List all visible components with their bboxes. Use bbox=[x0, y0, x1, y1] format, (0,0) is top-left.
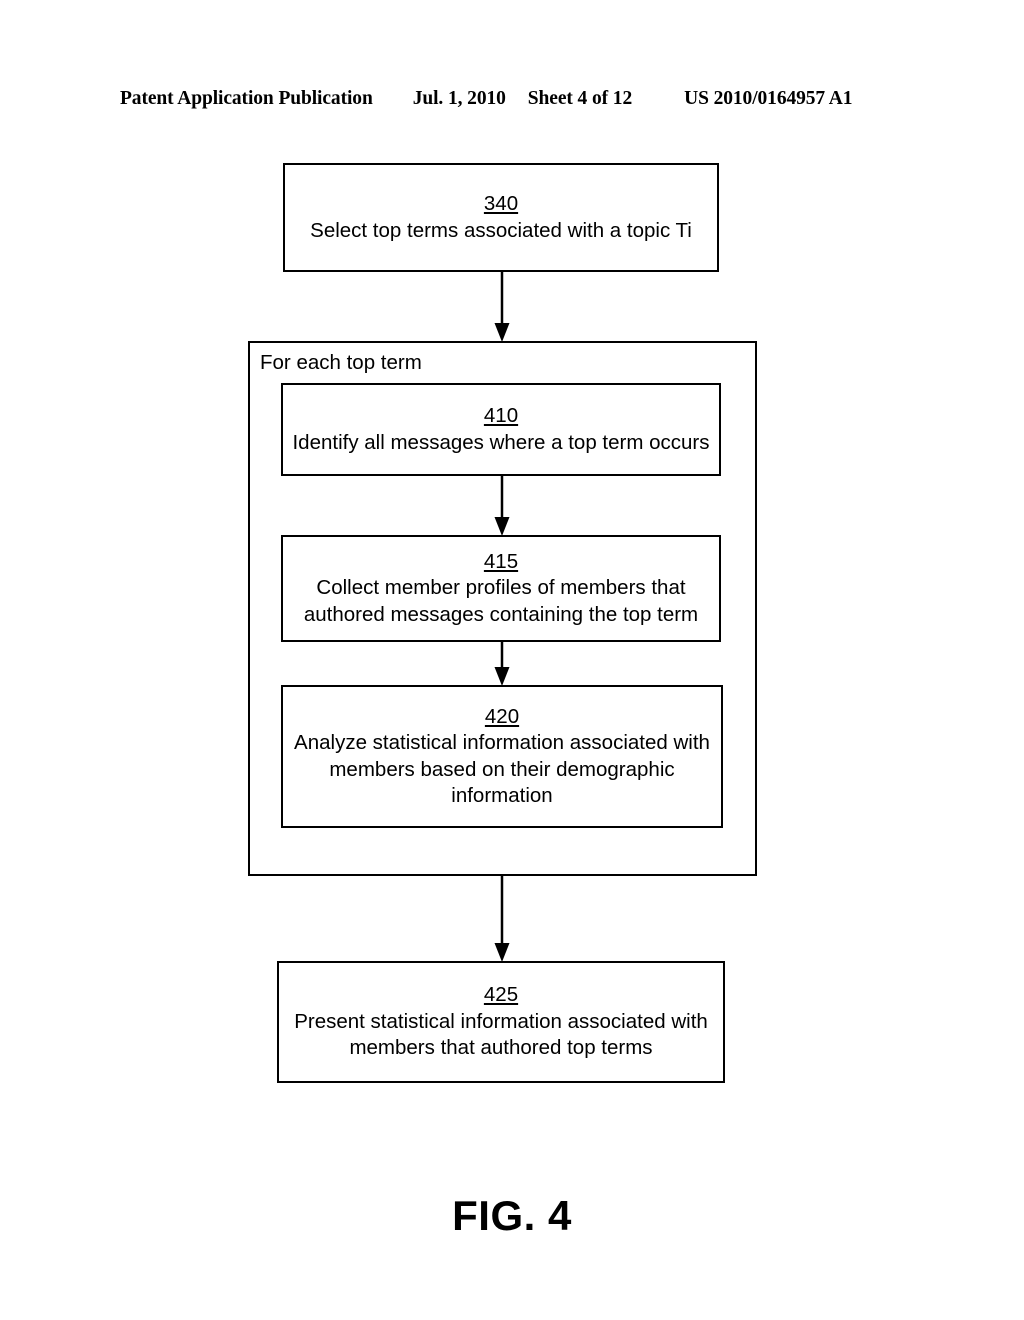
flow-node-410: 410 Identify all messages where a top te… bbox=[281, 383, 721, 476]
flow-node-415-ref: 415 bbox=[483, 549, 519, 573]
flow-node-425-ref: 425 bbox=[483, 983, 519, 1007]
flow-node-415: 415 Collect member profiles of members t… bbox=[281, 535, 721, 642]
flow-node-425: 425 Present statistical information asso… bbox=[277, 961, 725, 1083]
flow-node-340-ref: 340 bbox=[483, 192, 519, 215]
header-date-label: Jul. 1, 2010 bbox=[412, 88, 506, 109]
page-header: Patent Application Publication Jul. 1, 2… bbox=[120, 86, 910, 112]
flow-node-425-text: Present statistical information associat… bbox=[294, 1009, 708, 1060]
flow-node-420-text: Analyze statistical information associat… bbox=[294, 731, 710, 807]
header-patent-number: US 2010/0164957 A1 bbox=[684, 88, 853, 109]
header-sheet-label: Sheet 4 of 12 bbox=[527, 88, 633, 109]
flow-node-410-ref: 410 bbox=[483, 404, 519, 427]
flow-node-420-ref: 420 bbox=[484, 704, 520, 728]
arrow-415-to-420 bbox=[490, 641, 514, 686]
header-publication-label: Patent Application Publication bbox=[120, 88, 373, 109]
flow-node-340-text: Select top terms associated with a topic… bbox=[310, 218, 692, 242]
flow-node-340: 340 Select top terms associated with a t… bbox=[283, 163, 719, 272]
loop-container-label: For each top term bbox=[260, 351, 422, 374]
figure-caption: FIG. 4 bbox=[452, 1192, 572, 1239]
flow-node-410-text: Identify all messages where a top term o… bbox=[292, 430, 710, 454]
arrow-410-to-415 bbox=[490, 475, 514, 536]
arrow-340-to-loop bbox=[490, 271, 514, 342]
arrow-loop-to-425 bbox=[490, 875, 514, 962]
flow-node-420: 420 Analyze statistical information asso… bbox=[281, 685, 723, 828]
flow-node-415-text: Collect member profiles of members that … bbox=[303, 576, 699, 626]
